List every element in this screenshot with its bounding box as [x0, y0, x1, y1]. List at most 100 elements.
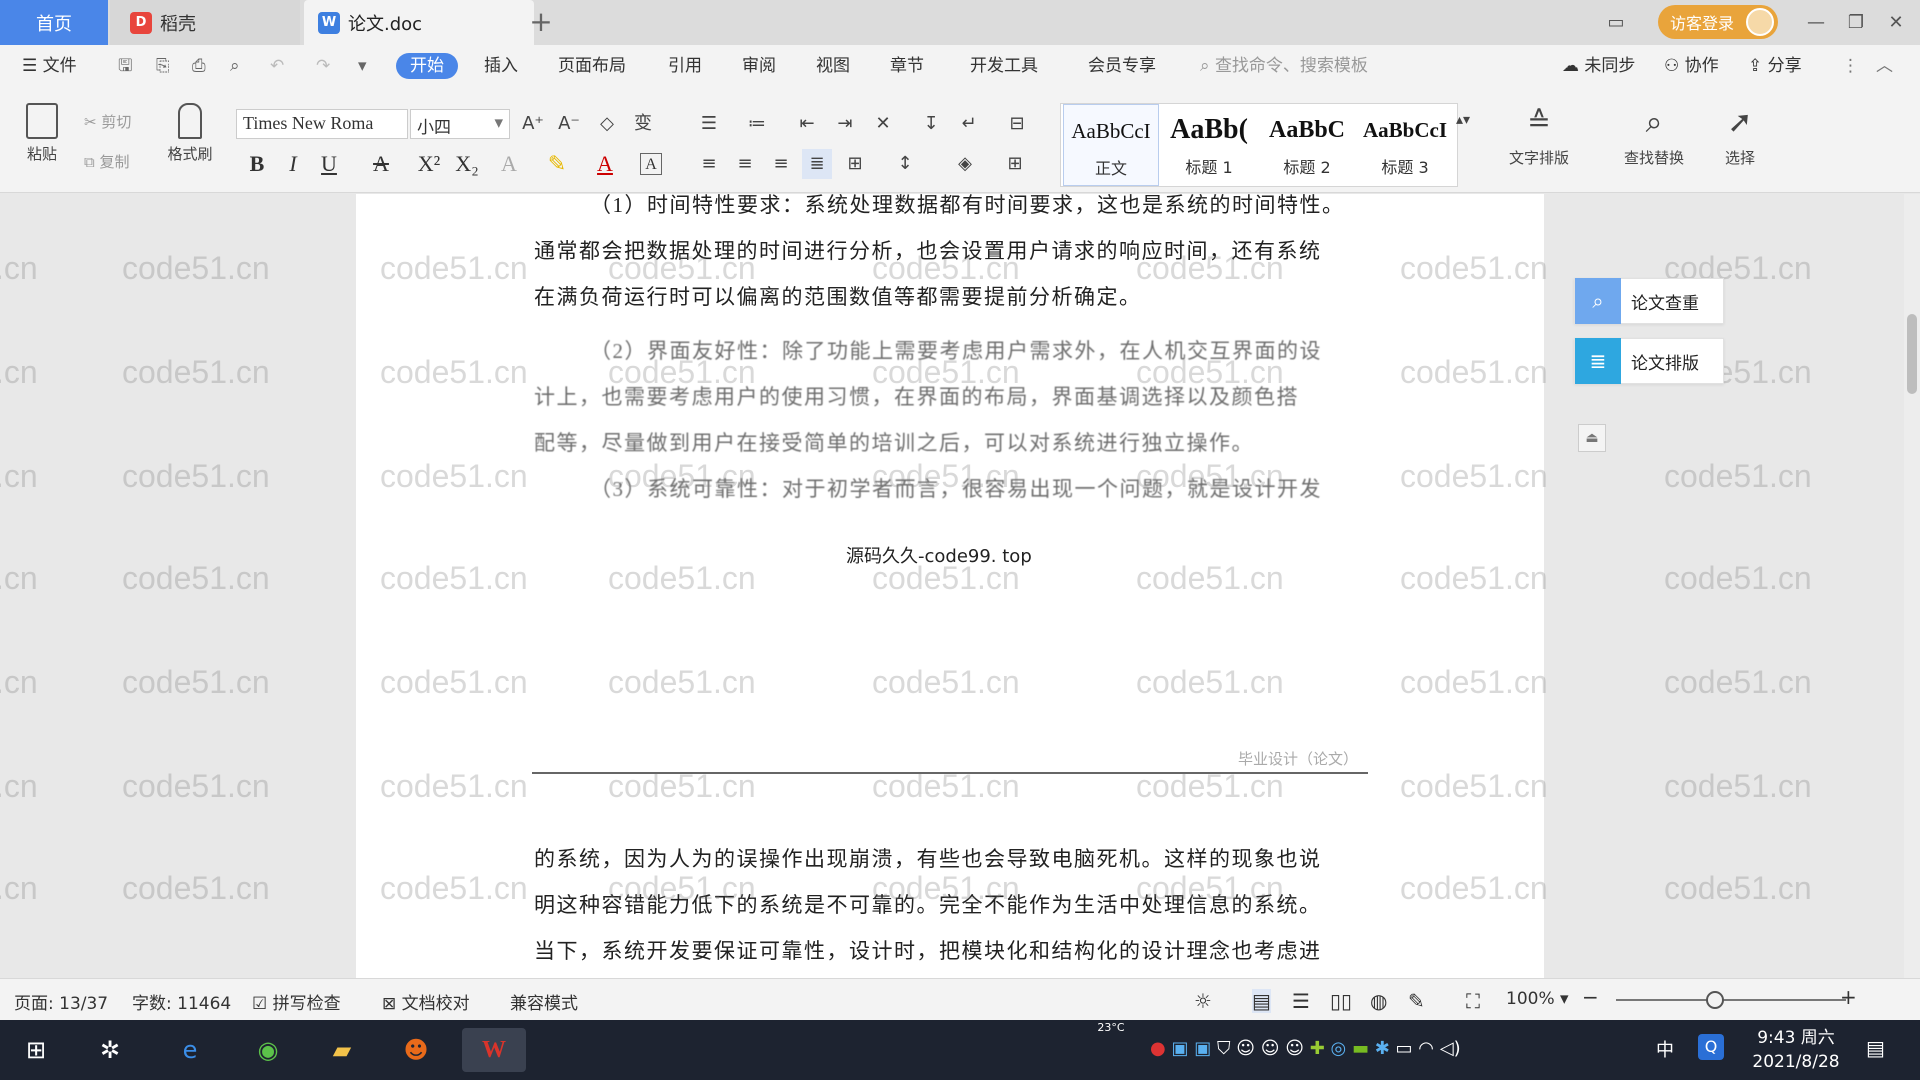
outline-view-icon[interactable]: ☰: [1292, 989, 1310, 1013]
search-app-icon[interactable]: Q: [1698, 1034, 1724, 1060]
share-button[interactable]: ⇪ 分享: [1748, 53, 1802, 79]
tab-developer[interactable]: 开发工具: [970, 53, 1038, 79]
tab-start[interactable]: 开始: [396, 53, 458, 79]
file-explorer-icon[interactable]: ▰: [320, 1028, 364, 1072]
clear-format-icon[interactable]: ◇: [592, 109, 622, 139]
strikethrough-icon[interactable]: A: [366, 149, 396, 179]
unsync-button[interactable]: ☁ 未同步: [1562, 53, 1635, 79]
more-options-icon[interactable]: ⋮: [1842, 53, 1859, 79]
tab-home[interactable]: 首页: [0, 0, 108, 45]
tab-daoke[interactable]: D 稻壳: [110, 0, 300, 45]
font-size-select[interactable]: 小四 ▾: [410, 109, 510, 139]
scrollbar-thumb[interactable]: [1907, 314, 1917, 394]
windows-start-icon[interactable]: ⊞: [14, 1028, 58, 1072]
style-normal[interactable]: AaBbCcI 正文: [1063, 104, 1159, 186]
align-right-icon[interactable]: ≡: [766, 149, 796, 179]
char-border-icon[interactable]: A: [640, 153, 662, 175]
spell-check-button[interactable]: ☑ 拼写检查: [252, 989, 341, 1014]
justify-icon[interactable]: ≣: [802, 149, 832, 179]
copy-button[interactable]: ⧉ 复制: [84, 151, 130, 172]
font-color-icon[interactable]: A: [590, 149, 620, 179]
page-13[interactable]: （1）时间特性要求：系统处理数据都有时间要求，这也是系统的时间特性。 通常都会把…: [356, 194, 1544, 844]
zoom-out-icon[interactable]: −: [1582, 985, 1599, 1009]
ie-browser-icon[interactable]: e: [168, 1028, 212, 1072]
new-tab-button[interactable]: +: [526, 0, 556, 45]
360-browser-icon[interactable]: ◉: [246, 1028, 290, 1072]
bold-icon[interactable]: B: [242, 149, 272, 179]
notifications-icon[interactable]: ▤: [1866, 1036, 1885, 1080]
highlight-icon[interactable]: ✎: [542, 149, 572, 179]
read-view-icon[interactable]: ▯▯: [1330, 989, 1352, 1013]
plagiarism-check-button[interactable]: ⌕ 论文查重: [1574, 278, 1724, 324]
italic-icon[interactable]: I: [278, 149, 308, 179]
numbered-list-icon[interactable]: ≔: [742, 109, 772, 139]
paper-layout-button[interactable]: ≣ 论文排版: [1574, 338, 1724, 384]
decrease-indent-icon[interactable]: ⇤: [792, 109, 822, 139]
quick-export-icon[interactable]: ⎘: [156, 53, 170, 79]
pinwheel-app-icon[interactable]: ✲: [88, 1028, 132, 1072]
wps-office-icon[interactable]: W: [462, 1028, 526, 1072]
collapse-panel-icon[interactable]: ⏏: [1578, 424, 1606, 452]
select-button[interactable]: ➚ 选择: [1710, 105, 1770, 168]
minimize-icon[interactable]: —: [1796, 0, 1836, 45]
subscript-icon[interactable]: X₂: [452, 149, 482, 179]
superscript-icon[interactable]: X²: [414, 149, 444, 179]
align-center-icon[interactable]: ≡: [730, 149, 760, 179]
sort-icon[interactable]: ↧: [916, 109, 946, 139]
write-mode-icon[interactable]: ✎: [1408, 989, 1425, 1013]
tab-references[interactable]: 引用: [668, 53, 702, 79]
page-14[interactable]: 的系统，因为人为的误操作出现崩溃，有些也会导致电脑死机。这样的现象也说 明这种容…: [356, 794, 1544, 978]
phonetic-icon[interactable]: 变: [628, 109, 658, 139]
bullet-list-icon[interactable]: ☰: [694, 109, 724, 139]
font-name-select[interactable]: Times New Roma: [236, 109, 408, 139]
weather-widget[interactable]: 23°C: [1086, 1020, 1136, 1080]
restore-icon[interactable]: ❐: [1836, 0, 1876, 45]
cut-button[interactable]: ✂ 剪切: [84, 111, 131, 132]
distributed-icon[interactable]: ⊞: [840, 149, 870, 179]
tab-insert[interactable]: 插入: [484, 53, 518, 79]
borders-icon[interactable]: ⊞: [1000, 149, 1030, 179]
align-left-icon[interactable]: ≡: [694, 149, 724, 179]
clock[interactable]: 9:43 周六 2021/8/28: [1746, 1026, 1846, 1074]
zoom-slider[interactable]: [1616, 999, 1846, 1001]
increase-indent-icon[interactable]: ⇥: [830, 109, 860, 139]
style-scroll-icon[interactable]: ▴▾: [1448, 105, 1478, 135]
tab-document[interactable]: W 论文.doc: [304, 0, 534, 45]
collaborate-button[interactable]: ⚇ 协作: [1664, 53, 1719, 79]
tab-member[interactable]: 会员专享: [1088, 53, 1156, 79]
file-menu[interactable]: ☰ 文件: [22, 53, 77, 79]
tab-chapter[interactable]: 章节: [890, 53, 924, 79]
window-layout-icon[interactable]: ▭: [1596, 0, 1636, 45]
grow-font-icon[interactable]: A⁺: [518, 109, 548, 139]
undo-icon[interactable]: ↶: [270, 53, 284, 79]
visitor-login-button[interactable]: 访客登录: [1658, 5, 1778, 39]
style-heading-3[interactable]: AaBbCcI 标题 3: [1357, 104, 1453, 186]
quick-save-icon[interactable]: 🖫: [118, 53, 132, 79]
find-replace-button[interactable]: ⌕ 查找替换: [1606, 105, 1702, 168]
show-marks-icon[interactable]: ↵: [954, 109, 984, 139]
underline-icon[interactable]: U: [314, 149, 344, 179]
shading-icon[interactable]: ◈: [950, 149, 980, 179]
tray-icons[interactable]: ● ▣ ▣ ⛉ ☺ ☺ ☺ ✚ ◎ ▬ ✱ ▭ ◠ ◁): [1150, 1038, 1461, 1080]
zoom-slider-knob[interactable]: [1706, 991, 1724, 1009]
shrink-font-icon[interactable]: A⁻: [554, 109, 584, 139]
quick-print-icon[interactable]: ⎙: [192, 53, 206, 79]
format-painter-button[interactable]: 格式刷: [160, 103, 220, 164]
ime-indicator[interactable]: 中: [1656, 1036, 1674, 1080]
style-heading-1[interactable]: AaBb( 标题 1: [1161, 104, 1257, 186]
zoom-in-icon[interactable]: +: [1840, 985, 1857, 1009]
zoom-value[interactable]: 100% ▾: [1506, 989, 1569, 1009]
tab-page-layout[interactable]: 页面布局: [558, 53, 626, 79]
fit-page-icon[interactable]: ⛶: [1466, 989, 1480, 1013]
style-heading-2[interactable]: AaBbC 标题 2: [1259, 104, 1355, 186]
eye-protect-icon[interactable]: ☼: [1194, 989, 1212, 1013]
chinese-layout-icon[interactable]: ✕: [868, 109, 898, 139]
doc-proof-button[interactable]: ⊠ 文档校对: [382, 989, 470, 1014]
redo-icon[interactable]: ↷: [316, 53, 330, 79]
paste-button[interactable]: 粘贴: [14, 103, 70, 164]
page-indicator[interactable]: 页面: 13/37: [14, 989, 108, 1014]
mascot-app-icon[interactable]: ☻: [394, 1028, 438, 1072]
tab-review[interactable]: 审阅: [742, 53, 776, 79]
vertical-scrollbar[interactable]: [1904, 194, 1920, 978]
line-spacing-icon[interactable]: ↕: [890, 149, 920, 179]
